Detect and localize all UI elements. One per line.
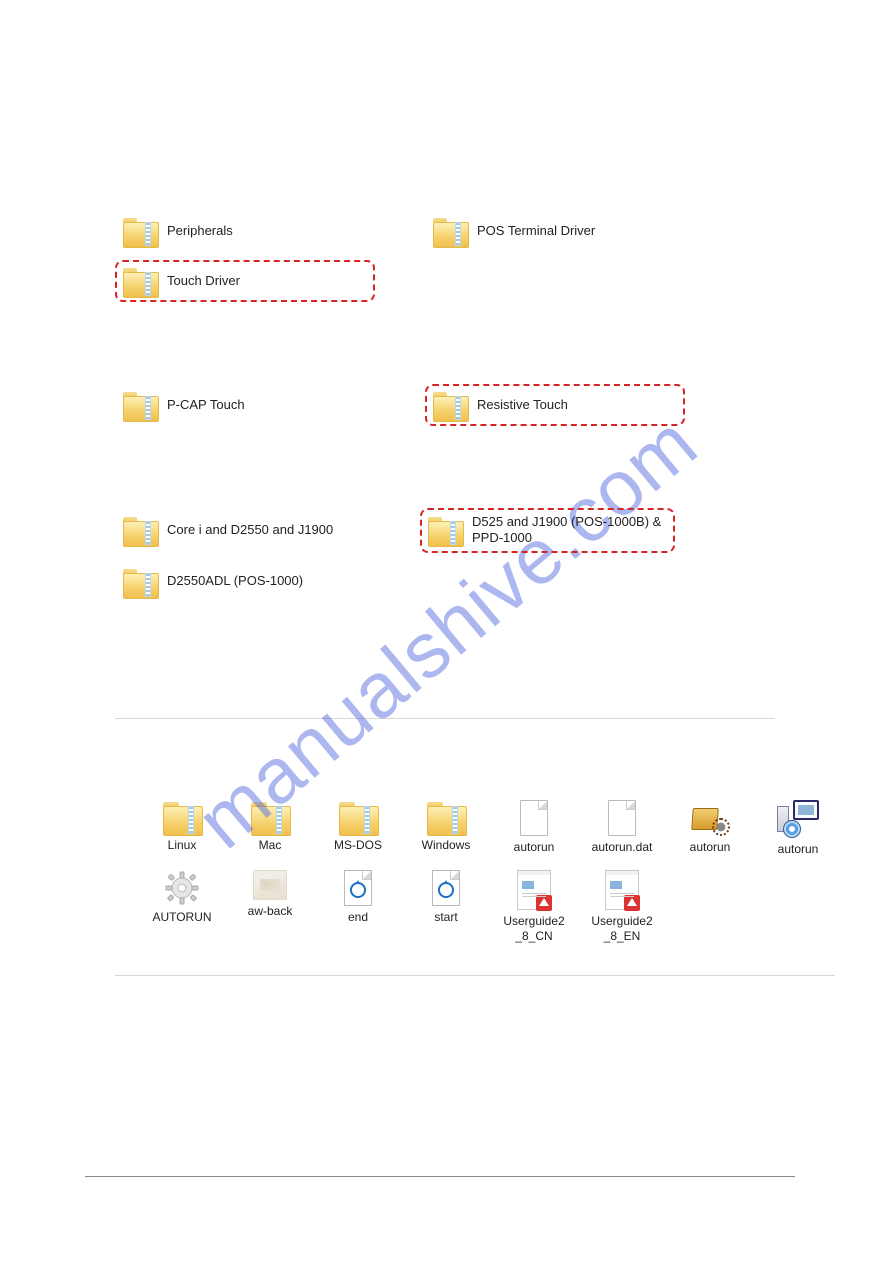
file-label: autorun (690, 840, 731, 854)
file-label: Userguide2_8_CN (502, 914, 566, 943)
file-item-userguide-cn[interactable]: Userguide2_8_CN (502, 870, 566, 943)
file-label: MS-DOS (334, 838, 382, 852)
folder-icon (251, 800, 289, 834)
folder-item-d2550adl-pos1000[interactable]: D2550ADL (POS-1000) (115, 561, 370, 603)
file-label: Userguide2_8_EN (590, 914, 654, 943)
file-label: Mac (259, 838, 282, 852)
folder-label: Peripherals (167, 223, 233, 239)
file-item-userguide-en[interactable]: Userguide2_8_EN (590, 870, 654, 943)
file-grid: Linux Mac MS-DOS Windows autorun autorun… (150, 800, 890, 943)
folder-label: P-CAP Touch (167, 397, 245, 413)
folder-label: D2550ADL (POS-1000) (167, 573, 303, 589)
section-divider (115, 718, 775, 719)
folder-label: Core i and D2550 and J1900 (167, 522, 333, 538)
file-item-end[interactable]: end (326, 870, 390, 943)
folder-icon (427, 800, 465, 834)
folder-item-peripherals[interactable]: Peripherals (115, 210, 375, 252)
file-item-start[interactable]: start (414, 870, 478, 943)
folder-icon (123, 515, 157, 545)
image-icon (253, 870, 287, 900)
folder-row: P-CAP Touch Resistive Touch (115, 384, 795, 426)
folder-item-pos-terminal-driver[interactable]: POS Terminal Driver (425, 210, 685, 252)
folder-icon (433, 216, 467, 246)
folder-icon (123, 216, 157, 246)
file-item-autorun[interactable]: autorun (502, 800, 566, 856)
folder-row: Peripherals POS Terminal Driver (115, 210, 795, 252)
folder-item-d525-j1900-pos1000b-ppd1000[interactable]: D525 and J1900 (POS-1000B) & PPD-1000 (420, 508, 675, 553)
folder-row: Touch Driver (115, 260, 795, 302)
page-footer-rule (85, 1176, 795, 1177)
folder-item-mac[interactable]: Mac (238, 800, 302, 856)
folder-icon (433, 390, 467, 420)
folder-icon (163, 800, 201, 834)
folder-icon (428, 515, 462, 545)
file-icon (608, 800, 636, 836)
file-label: autorun (778, 842, 819, 856)
disc-page-icon (432, 870, 460, 906)
file-label: Linux (168, 838, 197, 852)
folder-item-msdos[interactable]: MS-DOS (326, 800, 390, 856)
folder-icon (339, 800, 377, 834)
folder-icon (123, 567, 157, 597)
file-item-awback[interactable]: aw-back (238, 870, 302, 943)
file-label: aw-back (248, 904, 293, 918)
file-item-autorun-dat[interactable]: autorun.dat (590, 800, 654, 856)
file-label: AUTORUN (152, 910, 211, 924)
file-item-autorun-installer[interactable]: autorun (678, 800, 742, 856)
folder-item-pcap-touch[interactable]: P-CAP Touch (115, 384, 375, 426)
file-label: Windows (422, 838, 471, 852)
pdf-icon (605, 870, 639, 910)
folder-icon (123, 266, 157, 296)
grid-row-1: Linux Mac MS-DOS Windows autorun autorun… (150, 800, 870, 856)
file-label: autorun (514, 840, 555, 854)
file-label: end (348, 910, 368, 924)
folder-item-linux[interactable]: Linux (150, 800, 214, 856)
folder-label: D525 and J1900 (POS-1000B) & PPD-1000 (472, 514, 667, 547)
installer-icon (690, 800, 730, 836)
folder-item-resistive-touch[interactable]: Resistive Touch (425, 384, 685, 426)
folder-label: Touch Driver (167, 273, 240, 289)
folder-label: Resistive Touch (477, 397, 568, 413)
folder-item-touch-driver[interactable]: Touch Driver (115, 260, 375, 302)
file-item-autorun-setup[interactable]: autorun (766, 800, 830, 856)
folder-label: POS Terminal Driver (477, 223, 595, 239)
folder-item-windows[interactable]: Windows (414, 800, 478, 856)
folder-row: Core i and D2550 and J1900 D525 and J190… (115, 508, 795, 553)
gear-icon (164, 870, 200, 906)
document-body: Peripherals POS Terminal Driver Touch Dr… (115, 210, 795, 611)
pdf-icon (517, 870, 551, 910)
disc-page-icon (344, 870, 372, 906)
section-divider (115, 975, 835, 976)
file-item-autorun-inf[interactable]: AUTORUN (150, 870, 214, 943)
grid-row-2: AUTORUN aw-back end start Userguide2_8_C… (150, 870, 870, 943)
file-label: start (434, 910, 457, 924)
file-label: autorun.dat (592, 840, 653, 854)
computer-setup-icon (777, 800, 819, 838)
folder-row: D2550ADL (POS-1000) (115, 561, 795, 603)
file-icon (520, 800, 548, 836)
folder-icon (123, 390, 157, 420)
folder-item-corei-d2550-j1900[interactable]: Core i and D2550 and J1900 (115, 508, 370, 553)
